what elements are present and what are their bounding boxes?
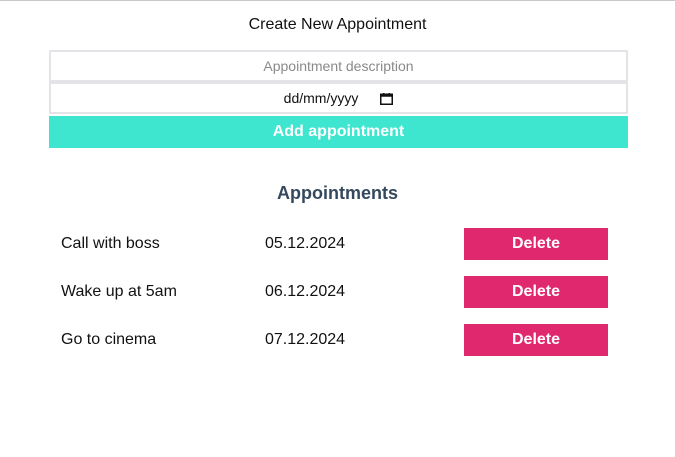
appointment-description: Wake up at 5am [61,283,177,300]
delete-button[interactable]: Delete [464,324,608,356]
top-divider [0,0,675,1]
appointment-description-input[interactable] [49,50,628,82]
appointment-row: Go to cinema 07.12.2024 Delete [0,324,675,356]
add-appointment-button[interactable]: Add appointment [49,116,628,148]
appointment-date: 07.12.2024 [265,331,346,348]
appointment-date-input[interactable]: dd/mm/yyyy [49,82,628,114]
date-placeholder: dd/mm/yyyy [283,90,359,106]
calendar-icon[interactable] [380,92,394,105]
appointments-title: Appointments [277,183,398,203]
appointment-row: Wake up at 5am 06.12.2024 Delete [0,276,675,308]
delete-button[interactable]: Delete [464,276,608,308]
appointment-row: Call with boss 05.12.2024 Delete [0,228,675,260]
delete-button[interactable]: Delete [464,228,608,260]
appointment-date: 05.12.2024 [265,235,346,252]
form-title: Create New Appointment [248,16,427,33]
appointment-description: Go to cinema [61,331,157,348]
appointment-date: 06.12.2024 [265,283,346,300]
appointment-description: Call with boss [61,235,160,252]
